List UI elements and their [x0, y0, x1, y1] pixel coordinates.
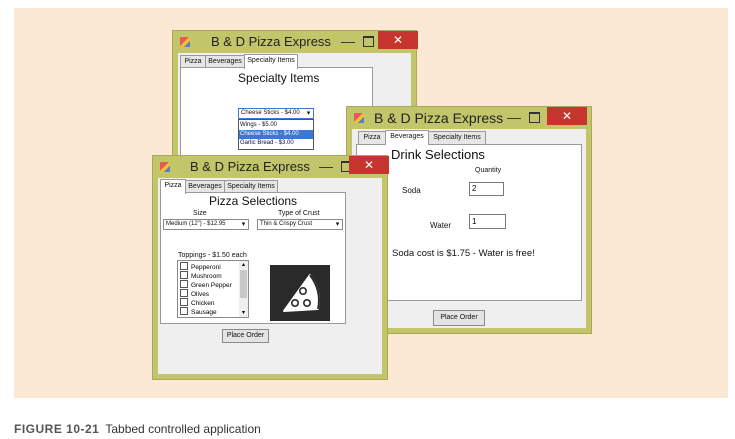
window-title: B & D Pizza Express: [190, 159, 310, 174]
title-bar[interactable]: B & D Pizza Express — ✕: [153, 156, 389, 178]
close-icon[interactable]: ✕: [378, 31, 418, 49]
tab-page: Drink Selections Quantity Soda 2 Water 1…: [356, 144, 582, 301]
water-label: Water: [430, 221, 452, 230]
topping-label: Sausage: [191, 309, 217, 316]
window-client: Pizza Beverages Specialty Items Pizza Se…: [158, 178, 382, 374]
combo-value: Cheese Sticks - $4.00: [241, 110, 300, 116]
checkbox[interactable]: [180, 280, 188, 288]
size-combo[interactable]: Medium (12") - $12.95 ▾: [163, 219, 249, 230]
page-heading: Drink Selections: [391, 147, 485, 162]
pizza-window: B & D Pizza Express — ✕ Pizza Beverages …: [152, 155, 389, 380]
topping-checkbox-item[interactable]: Green Pepper: [180, 280, 232, 289]
crust-label: Type of Crust: [278, 210, 320, 217]
topping-label: Olives: [191, 291, 210, 298]
close-icon[interactable]: ✕: [547, 107, 587, 125]
close-icon[interactable]: ✕: [349, 156, 389, 174]
pizza-logo: [270, 265, 330, 321]
crust-combo[interactable]: Thin & Crispy Crust ▾: [257, 219, 343, 230]
crust-value: Thin & Crispy Crust: [260, 221, 313, 227]
chevron-down-icon[interactable]: ▾: [304, 109, 313, 118]
toppings-list[interactable]: Pepperoni Mushroom Green Pepper Olives Chick…: [177, 260, 249, 318]
topping-label: Chicken: [191, 300, 215, 307]
scrollbar[interactable]: ▴ ▾: [239, 261, 248, 317]
checkbox[interactable]: [180, 262, 188, 270]
page-heading: Pizza Selections: [209, 194, 298, 208]
chevron-down-icon[interactable]: ▾: [239, 220, 248, 229]
maximize-icon[interactable]: [363, 36, 374, 47]
checkbox[interactable]: [180, 271, 188, 279]
figure-label: FIGURE 10-21: [14, 422, 100, 436]
tab-pizza[interactable]: Pizza: [160, 179, 186, 194]
checkbox[interactable]: [180, 289, 188, 297]
app-icon: [160, 162, 170, 172]
scroll-down-icon[interactable]: ▾: [239, 309, 248, 317]
topping-checkbox-item[interactable]: Olives: [180, 289, 209, 298]
size-label: Size: [193, 210, 207, 217]
checkbox[interactable]: [180, 307, 188, 315]
dropdown-option[interactable]: Wings - $5.00: [240, 122, 277, 128]
topping-checkbox-item[interactable]: Pepperoni: [180, 262, 221, 271]
minimize-icon[interactable]: —: [507, 109, 521, 125]
title-bar[interactable]: B & D Pizza Express — ✕: [173, 31, 418, 53]
topping-checkbox-item[interactable]: Chicken: [180, 298, 214, 307]
app-icon: [180, 37, 190, 47]
pizza-slice-icon: [283, 274, 320, 312]
size-value: Medium (12") - $12.95: [166, 221, 226, 227]
topping-label: Pepperoni: [191, 264, 221, 271]
tab-pizza[interactable]: Pizza: [358, 131, 386, 144]
dropdown-option[interactable]: Garlic Bread - $3.00: [240, 140, 294, 146]
title-bar[interactable]: B & D Pizza Express — ✕: [347, 107, 591, 129]
window-title: B & D Pizza Express: [211, 34, 331, 49]
scroll-thumb[interactable]: [240, 270, 247, 298]
topping-checkbox-item[interactable]: Sausage: [180, 307, 217, 316]
topping-label: Mushroom: [191, 273, 222, 280]
specialty-combo[interactable]: Cheese Sticks - $4.00 ▾: [238, 108, 314, 119]
quantity-label: Quantity: [475, 167, 502, 174]
water-quantity-input[interactable]: 1: [469, 214, 506, 229]
maximize-icon[interactable]: [529, 112, 540, 123]
place-order-button[interactable]: Place Order: [222, 329, 269, 343]
minimize-icon[interactable]: —: [341, 33, 355, 49]
soda-label: Soda: [402, 186, 421, 195]
window-title: B & D Pizza Express: [374, 110, 504, 126]
figure-caption: FIGURE 10-21 Tabbed controlled applicatio…: [14, 422, 261, 436]
checkbox[interactable]: [180, 298, 188, 306]
toppings-label: Toppings - $1.50 each: [178, 252, 247, 259]
cost-message: Soda cost is $1.75 - Water is free!: [392, 248, 535, 259]
chevron-down-icon[interactable]: ▾: [333, 220, 342, 229]
tab-beverages[interactable]: Beverages: [385, 130, 429, 145]
specialty-dropdown: Wings - $5.00 Cheese Sticks - $4.00 Garl…: [238, 119, 314, 150]
dropdown-option-selected[interactable]: Cheese Sticks - $4.00: [239, 130, 313, 139]
tab-page: Pizza Selections Size Medium (12") - $12…: [160, 192, 346, 324]
topping-checkbox-item[interactable]: Mushroom: [180, 271, 222, 280]
scroll-up-icon[interactable]: ▴: [239, 261, 248, 269]
tab-specialty-items[interactable]: Specialty Items: [244, 54, 298, 69]
app-icon: [354, 113, 364, 123]
page-heading: Specialty Items: [238, 71, 320, 85]
figure-caption-text: Tabbed controlled application: [105, 422, 261, 436]
tab-specialty-items[interactable]: Specialty Items: [428, 131, 486, 144]
topping-label: Green Pepper: [191, 282, 232, 289]
minimize-icon[interactable]: —: [319, 158, 333, 174]
place-order-button[interactable]: Place Order: [433, 310, 485, 326]
soda-quantity-input[interactable]: 2: [469, 182, 504, 196]
